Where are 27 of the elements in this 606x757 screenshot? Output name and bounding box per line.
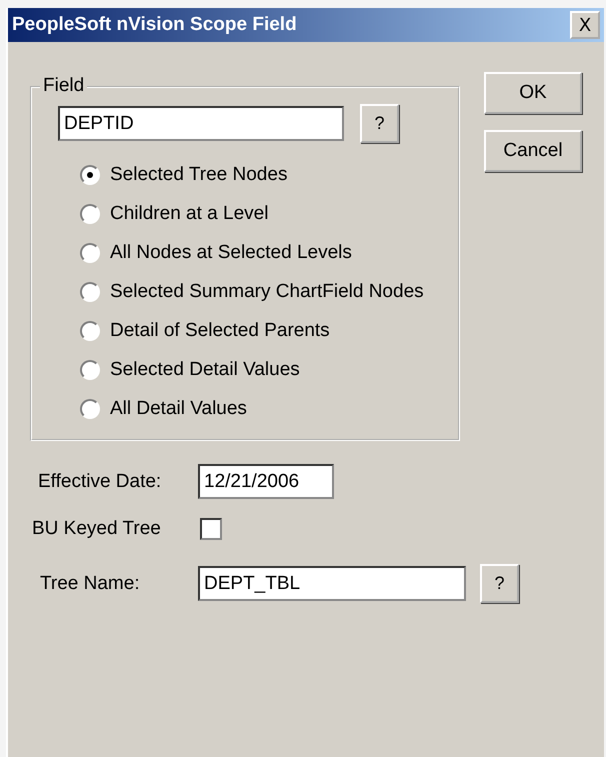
radio-button[interactable] xyxy=(80,398,100,418)
radio-label: Detail of Selected Parents xyxy=(110,320,330,342)
close-button[interactable]: X xyxy=(570,11,600,39)
radio-label: Selected Detail Values xyxy=(110,358,300,380)
lookup-button[interactable]: ? xyxy=(480,564,519,603)
field-label: BU Keyed Tree xyxy=(31,518,162,540)
cancel-button[interactable]: Cancel xyxy=(484,130,582,172)
radio-button[interactable] xyxy=(80,242,100,262)
radio-label: Selected Summary ChartField Nodes xyxy=(110,280,424,302)
radio-button[interactable] xyxy=(80,164,100,184)
lookup-button[interactable]: ? xyxy=(360,104,399,143)
radio-button[interactable] xyxy=(80,320,100,340)
tree-name-input[interactable]: DEPT_TBL xyxy=(198,566,466,601)
field-label: Effective Date: xyxy=(37,470,162,492)
radio-label: All Nodes at Selected Levels xyxy=(110,242,352,264)
radio-label: Children at a Level xyxy=(110,202,268,224)
ok-button[interactable]: OK xyxy=(484,72,582,114)
radio-label: Selected Tree Nodes xyxy=(110,164,288,186)
date-input[interactable]: 12/21/2006 xyxy=(198,464,334,499)
checkbox[interactable] xyxy=(200,518,222,540)
field-label: Tree Name: xyxy=(39,572,141,594)
radio-button[interactable] xyxy=(80,360,100,380)
radio-label: All Detail Values xyxy=(110,398,247,420)
radio-button[interactable] xyxy=(80,204,100,224)
radio-button[interactable] xyxy=(80,282,100,302)
window-title: PeopleSoft nVision Scope Field xyxy=(12,14,297,36)
field-input[interactable]: DEPTID xyxy=(58,106,344,141)
